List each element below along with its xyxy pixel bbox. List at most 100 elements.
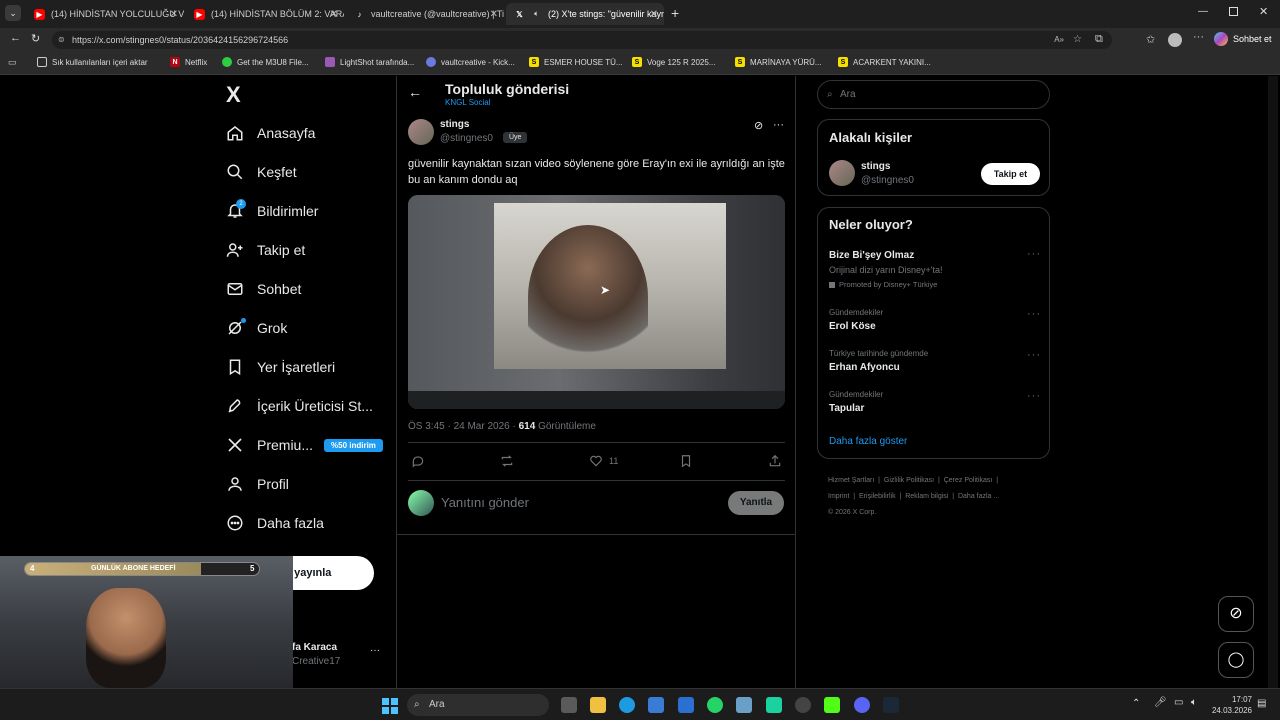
obs-icon[interactable]	[795, 697, 811, 713]
app-icon[interactable]	[736, 697, 752, 713]
sidebar-item-bookmarks[interactable]: Yer İşaretleri	[226, 358, 335, 376]
speaker-icon[interactable]: 🔈︎	[531, 9, 542, 20]
messages-floating-button[interactable]: ◯	[1218, 642, 1254, 678]
url-field[interactable]: ⊜ https://x.com/stingnes0/status/2036424…	[52, 31, 1112, 49]
tab-actions-button[interactable]: ⌄	[5, 5, 21, 21]
sidebar-item-creator-studio[interactable]: İçerik Üreticisi St...	[226, 397, 373, 415]
related-name[interactable]: stings	[861, 161, 890, 172]
extensions-icon[interactable]: ⧉	[1095, 33, 1103, 46]
trend-more-icon[interactable]: ···	[1027, 349, 1041, 361]
bookmark-marina[interactable]: S MARİNAYA YÜRÜ...	[735, 57, 822, 67]
footer-link[interactable]: Çerez Politikası	[944, 477, 993, 484]
browser-tab-2[interactable]: ▶ (14) HİNDİSTAN BÖLÜM 2: VARAN ✕	[186, 3, 344, 25]
read-aloud-icon[interactable]: A»	[1054, 31, 1064, 49]
bookmark-esmer[interactable]: S ESMER HOUSE TÜ...	[529, 57, 623, 67]
author-handle[interactable]: @stingnes0	[440, 133, 493, 144]
browser-tab-1[interactable]: ▶ (14) HİNDİSTAN YOLCULUĞU VE H ✕	[26, 3, 184, 25]
sidebar-item-more[interactable]: Daha fazla	[226, 514, 324, 532]
show-more-link[interactable]: Daha fazla göster	[829, 436, 907, 447]
menu-icon[interactable]: ···	[1193, 31, 1204, 43]
trend-more-icon[interactable]: ···	[1027, 248, 1041, 260]
community-link[interactable]: KNGL Social	[445, 98, 491, 107]
close-icon[interactable]: ✕	[650, 9, 658, 20]
browser-tab-3[interactable]: ♪ vaultcreative (@vaultcreative) | Tik ✕	[346, 3, 505, 25]
page-scrollbar[interactable]	[1268, 76, 1278, 688]
bookmark-lightshot[interactable]: LightShot tarafında...	[325, 57, 414, 67]
share-icon[interactable]	[768, 454, 782, 473]
discord-icon[interactable]	[854, 697, 870, 713]
footer-link[interactable]: Gizlilik Politikası	[884, 477, 934, 484]
mail-app-icon[interactable]	[678, 697, 694, 713]
bookmark-m3u8[interactable]: Get the M3U8 File...	[222, 57, 309, 67]
steam-icon[interactable]	[883, 697, 899, 713]
taskbar-search[interactable]: ⌕ Ara	[407, 694, 549, 716]
footer-link[interactable]: Erişilebilirlik	[859, 493, 896, 500]
maximize-button[interactable]	[1229, 7, 1238, 16]
display-icon[interactable]: ▭	[1174, 697, 1183, 708]
favorite-star-icon[interactable]: ☆	[1073, 31, 1082, 49]
footer-link[interactable]: Hizmet Şartları	[828, 477, 874, 484]
follow-button[interactable]: Takip et	[981, 163, 1040, 185]
sidebar-item-premium[interactable]: Premiu... %50 indirim	[226, 436, 383, 454]
sidebar-toggle-icon[interactable]: ▭	[8, 57, 17, 68]
close-window-button[interactable]: ✕	[1259, 5, 1268, 18]
back-arrow-icon[interactable]: ←	[408, 84, 422, 100]
reply-button[interactable]: Yanıtla	[728, 491, 784, 515]
microphone-icon[interactable]: 🎤︎	[1154, 697, 1167, 708]
trend-item[interactable]: Erhan Afyoncu	[829, 362, 900, 373]
back-icon[interactable]: ←	[10, 32, 21, 44]
grok-explain-icon[interactable]: ⊘	[754, 119, 763, 132]
copilot-chat-button[interactable]: Sohbet et	[1214, 32, 1272, 46]
close-icon[interactable]: ✕	[330, 9, 338, 20]
bookmark-acarkent[interactable]: S ACARKENT YAKINI...	[838, 57, 931, 67]
bookmark-netflix[interactable]: N Netflix	[170, 57, 207, 67]
store-icon[interactable]	[648, 697, 664, 713]
x-logo[interactable]: X	[226, 82, 241, 108]
footer-link[interactable]: Reklam bilgisi	[905, 493, 948, 500]
bookmark-voge[interactable]: S Voge 125 R 2025...	[632, 57, 716, 67]
sidebar-item-follow[interactable]: Takip et	[226, 241, 305, 259]
file-explorer-icon[interactable]	[590, 697, 606, 713]
sidebar-item-explore[interactable]: Keşfet	[226, 163, 297, 181]
new-tab-button[interactable]: +	[671, 5, 679, 21]
favorites-icon[interactable]: ✩	[1146, 33, 1155, 46]
browser-tab-4[interactable]: 𝕏 🔈︎ (2) X'te stings: "güvenilir kayn ✕	[506, 3, 664, 25]
reply-input[interactable]: Yanıtını gönder	[441, 495, 529, 510]
clock[interactable]: 17:07 24.03.2026	[1210, 694, 1252, 716]
post-video[interactable]: ➤	[408, 195, 785, 409]
close-icon[interactable]: ✕	[170, 9, 178, 20]
close-icon[interactable]: ✕	[490, 9, 498, 20]
sidebar-item-profile[interactable]: Profil	[226, 475, 289, 493]
search-input[interactable]: ⌕ Ara	[817, 80, 1050, 109]
site-info-icon[interactable]: ⊜	[58, 31, 65, 49]
grok-floating-button[interactable]: ⊘	[1218, 596, 1254, 632]
related-avatar[interactable]	[829, 160, 855, 186]
task-view-icon[interactable]	[561, 697, 577, 713]
bookmark-kick[interactable]: vaultcreative - Kick...	[426, 57, 515, 67]
footer-link[interactable]: Imprint	[828, 493, 849, 500]
post-timestamp[interactable]: ÖS 3:45 · 24 Mar 2026 ·	[408, 421, 519, 432]
promo-title[interactable]: Bize Bi'şey Olmaz	[829, 250, 914, 261]
account-name[interactable]: fa Karaca	[292, 642, 337, 653]
sidebar-item-home[interactable]: Anasayfa	[226, 124, 315, 142]
sidebar-item-chat[interactable]: Sohbet	[226, 280, 301, 298]
minimize-button[interactable]: —	[1198, 6, 1208, 17]
account-menu-icon[interactable]: ···	[370, 645, 380, 656]
refresh-icon[interactable]: ↻	[31, 32, 40, 45]
volume-icon[interactable]: 🔈︎	[1191, 697, 1197, 708]
tray-chevron-icon[interactable]: ⌃	[1132, 698, 1140, 709]
kick-app-icon[interactable]	[824, 697, 840, 713]
sidebar-item-grok[interactable]: Grok	[226, 319, 287, 337]
like-button[interactable]: 11	[589, 454, 618, 468]
trend-item[interactable]: Erol Köse	[829, 321, 876, 332]
author-name[interactable]: stings	[440, 119, 469, 130]
edge-icon[interactable]	[619, 697, 635, 713]
capcut-icon[interactable]	[766, 697, 782, 713]
post-more-icon[interactable]: ···	[773, 119, 784, 131]
notification-center-icon[interactable]: ▤	[1257, 698, 1266, 709]
repost-icon[interactable]	[500, 454, 514, 473]
footer-link[interactable]: Daha fazla ...	[958, 493, 999, 500]
bookmark-import[interactable]: Sık kullanılanları içeri aktar	[37, 57, 148, 67]
trend-more-icon[interactable]: ···	[1027, 390, 1041, 402]
whatsapp-icon[interactable]	[707, 697, 723, 713]
